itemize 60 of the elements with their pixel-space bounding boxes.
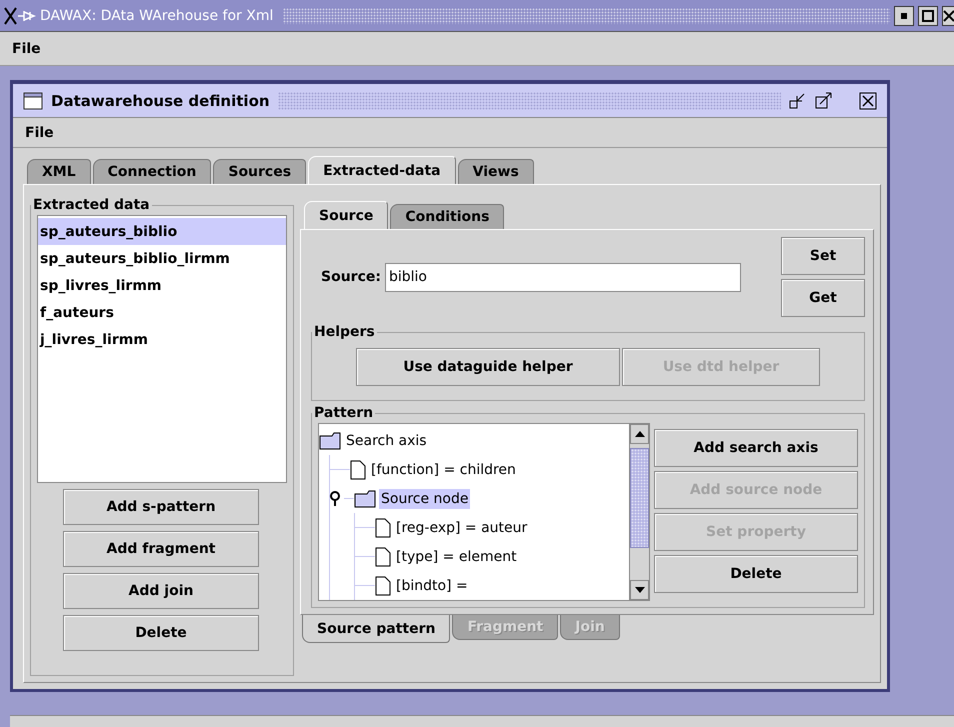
group-title: Pattern — [313, 405, 374, 421]
x-logo-icon — [4, 6, 36, 24]
group-title: Helpers — [313, 324, 376, 340]
group-title: Extracted data — [32, 197, 151, 213]
list-item[interactable]: sp_livres_lirmm — [38, 272, 286, 299]
document-icon — [375, 546, 391, 566]
action-button[interactable]: Add search axis — [654, 429, 858, 467]
down-arrow-icon — [634, 587, 644, 593]
close-button[interactable] — [942, 6, 954, 26]
tab[interactable]: Conditions — [390, 204, 504, 229]
action-button[interactable]: Delete — [654, 555, 858, 593]
menu-item[interactable]: File — [8, 40, 45, 56]
tree-node[interactable]: [type] = element — [394, 546, 519, 566]
iconify-icon[interactable] — [789, 92, 807, 110]
close-icon[interactable] — [859, 92, 877, 110]
close-icon — [943, 10, 954, 22]
window-title: DAWAX: DAta WArehouse for Xml — [40, 8, 274, 24]
action-button[interactable]: Get — [781, 279, 865, 317]
tree-node[interactable]: Search axis — [344, 430, 429, 450]
tree-node[interactable]: [bindto] = — [394, 576, 470, 596]
minimize-button[interactable] — [894, 6, 914, 26]
list-item[interactable]: j_livres_lirmm — [38, 326, 286, 353]
maximize-icon[interactable] — [815, 92, 833, 110]
menu-item[interactable]: File — [21, 124, 58, 140]
tab[interactable]: Sources — [213, 159, 306, 184]
document-icon — [350, 460, 366, 480]
folder-icon — [319, 432, 341, 450]
document-icon — [375, 518, 391, 538]
tab[interactable]: Source pattern — [302, 615, 450, 643]
scroll-thumb[interactable] — [630, 448, 649, 548]
action-button[interactable]: Delete — [63, 615, 259, 651]
action-button[interactable]: Set — [781, 237, 865, 275]
list-item[interactable]: sp_auteurs_biblio — [38, 218, 286, 245]
tree-node[interactable]: [function] = children — [369, 460, 518, 480]
list-item[interactable]: f_auteurs — [38, 299, 286, 326]
window-icon — [23, 92, 43, 110]
tab[interactable]: Views — [458, 159, 534, 184]
internal-window-title: Datawarehouse definition — [51, 92, 270, 110]
tree-node[interactable]: Source node — [379, 488, 470, 508]
helper-button[interactable]: Use dataguide helper — [356, 348, 620, 386]
tree-node[interactable]: [reg-exp] = auteur — [394, 518, 530, 538]
tab[interactable]: Connection — [92, 159, 212, 184]
action-button[interactable]: Add s-pattern — [63, 489, 259, 525]
source-label: Source: — [320, 269, 382, 285]
scroll-up-button[interactable] — [630, 424, 649, 444]
source-field[interactable]: biblio — [384, 262, 741, 292]
list-item[interactable]: sp_auteurs_biblio_lirmm — [38, 245, 286, 272]
tab[interactable]: Extracted-data — [308, 156, 456, 184]
extracted-data-list[interactable]: sp_auteurs_biblio sp_auteurs_biblio_lirmm sp_livres_lirmm f_auteurs j_livres_lirmm — [37, 215, 287, 483]
maximize-icon — [922, 10, 934, 22]
scrollbar[interactable] — [629, 424, 649, 600]
tab[interactable]: XML — [27, 159, 91, 184]
tab[interactable]: Source — [304, 201, 388, 229]
action-button[interactable]: Add fragment — [63, 531, 259, 567]
up-arrow-icon — [634, 431, 644, 437]
scroll-down-button[interactable] — [630, 580, 649, 600]
maximize-button[interactable] — [918, 6, 938, 26]
action-button[interactable]: Add join — [63, 573, 259, 609]
document-icon — [375, 576, 391, 596]
minimize-icon — [901, 12, 907, 18]
